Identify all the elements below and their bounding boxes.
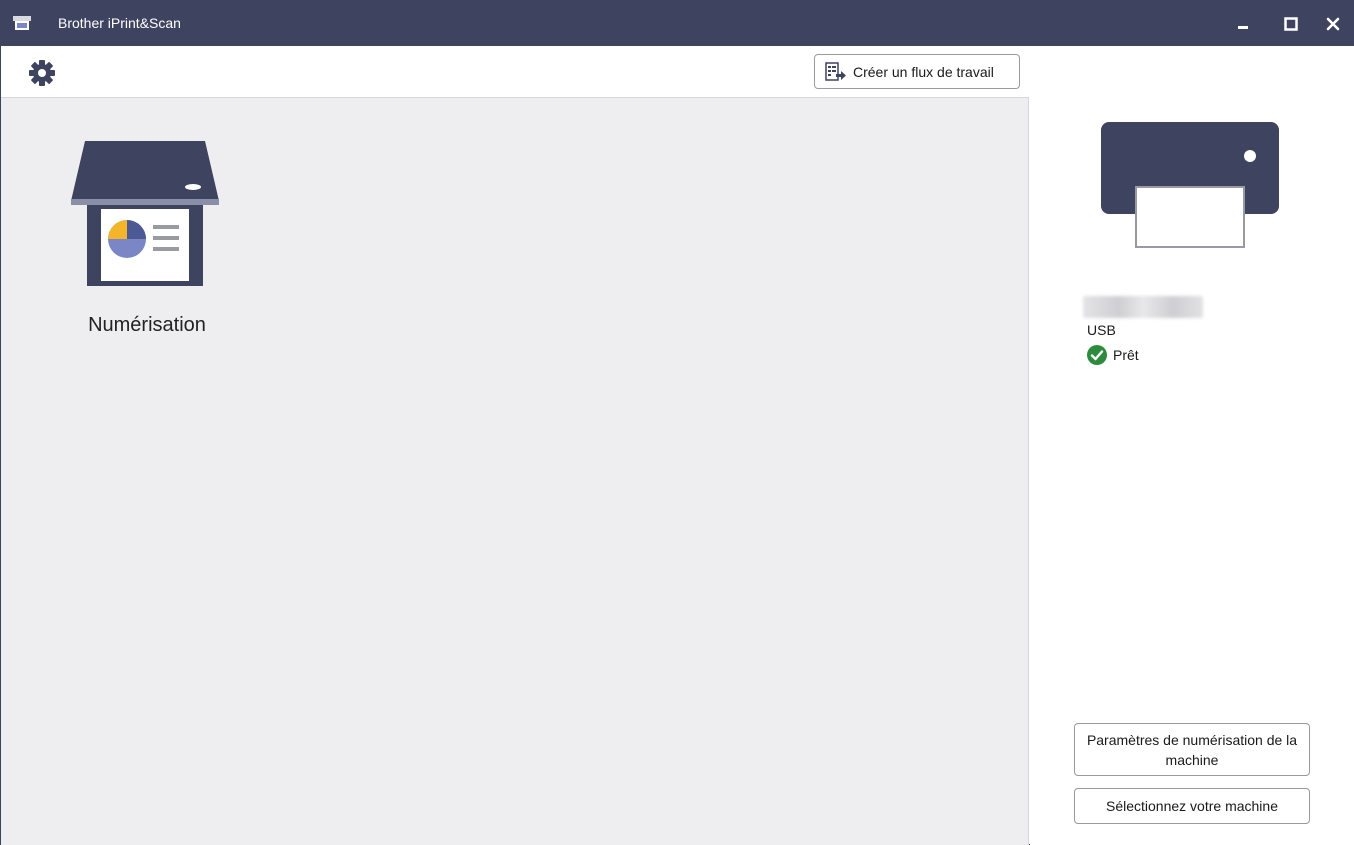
machine-scan-settings-button[interactable]: Paramètres de numérisation de la machine	[1074, 723, 1310, 776]
workflow-icon	[825, 61, 846, 81]
app-window: Brother iPrint&Scan Créer un flux de tra…	[0, 0, 1354, 845]
maximize-button[interactable]	[1271, 1, 1311, 46]
create-workflow-button[interactable]: Créer un flux de travail	[814, 54, 1020, 89]
status-text: Prêt	[1113, 347, 1139, 363]
toolbar: Créer un flux de travail	[1, 46, 1029, 98]
device-name-redacted	[1083, 296, 1203, 318]
maximize-icon	[1284, 16, 1298, 31]
minimize-icon	[1238, 25, 1248, 29]
select-machine-button[interactable]: Sélectionnez votre machine	[1074, 788, 1310, 824]
device-panel: USB Prêt Paramètres de numérisation de l…	[1030, 46, 1354, 845]
connection-type: USB	[1087, 322, 1116, 338]
main-area: Créer un flux de travail Numérisation	[1, 46, 1029, 845]
scanner-icon	[71, 141, 219, 286]
title-bar[interactable]: Brother iPrint&Scan	[1, 1, 1353, 46]
scan-tile[interactable]: Numérisation	[59, 131, 235, 341]
window-title: Brother iPrint&Scan	[58, 15, 181, 31]
printer-icon	[1101, 122, 1279, 248]
select-machine-label: Sélectionnez votre machine	[1106, 798, 1278, 814]
create-workflow-label: Créer un flux de travail	[853, 63, 994, 80]
check-circle-icon	[1087, 345, 1107, 365]
device-status: Prêt	[1087, 345, 1139, 365]
gear-icon[interactable]	[27, 58, 57, 88]
close-icon	[1326, 17, 1340, 30]
machine-scan-settings-label: Paramètres de numérisation de la machine	[1086, 731, 1298, 768]
minimize-button[interactable]	[1223, 1, 1263, 46]
scan-tile-label: Numérisation	[88, 314, 206, 336]
app-icon	[13, 16, 31, 30]
close-button[interactable]	[1313, 1, 1353, 46]
